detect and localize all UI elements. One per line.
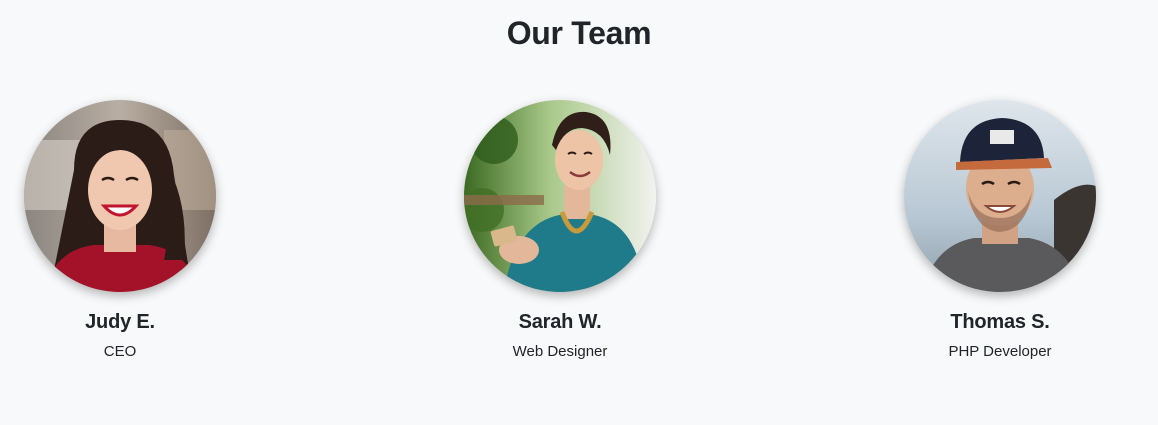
member-photo: [24, 100, 216, 292]
team-member-card: Sarah W. Web Designer: [440, 100, 680, 362]
member-name: Sarah W.: [518, 311, 602, 333]
member-photo: [904, 100, 1096, 292]
member-role: PHP Developer: [948, 343, 1052, 360]
member-role: CEO: [103, 343, 137, 360]
team-member-card: Thomas S. PHP Developer: [880, 100, 1120, 362]
member-role: Web Designer: [512, 343, 608, 360]
member-name: Thomas S.: [950, 311, 1050, 333]
member-name: Judy E.: [85, 311, 155, 333]
section-title: Our Team: [506, 15, 652, 51]
team-member-card: Judy E. CEO: [0, 100, 240, 362]
member-photo: [464, 100, 656, 292]
